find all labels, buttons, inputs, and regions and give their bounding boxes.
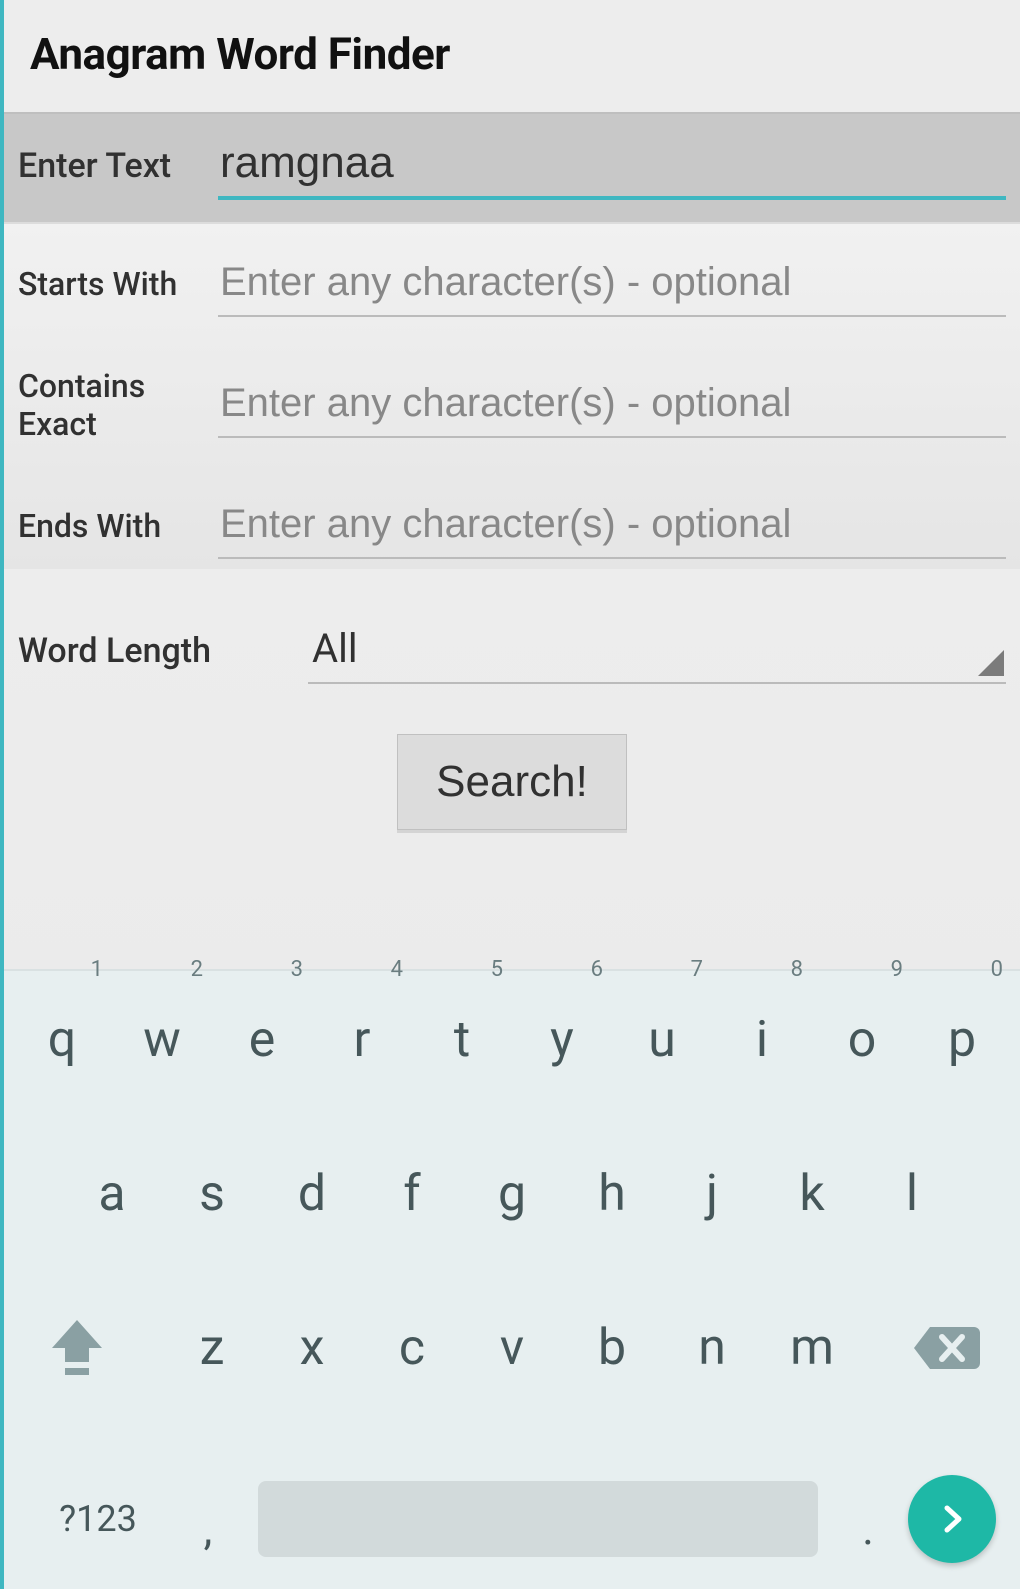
key-o-number: 9 [891,957,903,982]
app-title: Anagram Word Finder [30,28,994,80]
key-e-number: 3 [291,957,303,982]
key-r[interactable]: r4 [319,985,405,1095]
enter-text-input[interactable] [218,132,1006,200]
enter-text-row: Enter Text [4,112,1020,224]
search-button-wrap: Search! [4,704,1020,870]
key-a[interactable]: a [69,1139,155,1249]
key-g[interactable]: g [469,1139,555,1249]
app-title-bar: Anagram Word Finder [4,0,1020,112]
starts-with-label: Starts With [18,265,218,303]
chevron-right-icon [935,1502,969,1536]
key-z[interactable]: z [169,1293,255,1403]
key-l[interactable]: l [869,1139,955,1249]
key-r-number: 4 [391,957,403,982]
word-length-spinner[interactable]: All [308,619,1006,684]
period-key[interactable]: . [838,1483,898,1555]
key-t-number: 5 [491,957,503,982]
shift-key[interactable] [22,1293,132,1403]
key-s[interactable]: s [169,1139,255,1249]
key-w-number: 2 [191,957,203,982]
filters-section: Starts With Contains Exact Ends With [4,224,1020,569]
key-p[interactable]: p0 [919,985,1005,1095]
key-n[interactable]: n [669,1293,755,1403]
key-d[interactable]: d [269,1139,355,1249]
ends-with-label: Ends With [18,507,218,545]
key-x[interactable]: x [269,1293,355,1403]
key-k[interactable]: k [769,1139,855,1249]
key-y[interactable]: y6 [519,985,605,1095]
key-w[interactable]: w2 [119,985,205,1095]
key-j[interactable]: j [669,1139,755,1249]
key-p-number: 0 [991,957,1003,982]
key-m[interactable]: m [769,1293,855,1403]
key-f[interactable]: f [369,1139,455,1249]
key-q[interactable]: q1 [19,985,105,1095]
enter-key[interactable] [908,1475,996,1563]
key-u[interactable]: u7 [619,985,705,1095]
key-b[interactable]: b [569,1293,655,1403]
dropdown-icon [978,650,1004,676]
backspace-icon [912,1323,982,1373]
key-i[interactable]: i8 [719,985,805,1095]
space-key[interactable] [258,1481,818,1557]
backspace-key[interactable] [892,1293,1002,1403]
key-i-number: 8 [791,957,803,982]
key-u-number: 7 [691,957,703,982]
keyboard-row-2: asdfghjkl [14,1139,1010,1249]
contains-exact-label: Contains Exact [18,367,218,444]
key-q-number: 1 [91,957,103,982]
search-button[interactable]: Search! [397,734,627,830]
keyboard-row-3: zxcvbnm [14,1293,1010,1403]
enter-text-label: Enter Text [18,146,218,186]
shift-icon [48,1316,106,1380]
key-h[interactable]: h [569,1139,655,1249]
word-length-row: Word Length All [4,569,1020,704]
contains-exact-row: Contains Exact [18,367,1006,444]
word-length-label: Word Length [18,631,308,671]
key-o[interactable]: o9 [819,985,905,1095]
keyboard-row-3-letters: zxcvbnm [169,1293,855,1403]
keyboard-row-1: q1w2e3r4t5y6u7i8o9p0 [14,985,1010,1095]
key-e[interactable]: e3 [219,985,305,1095]
soft-keyboard: q1w2e3r4t5y6u7i8o9p0 asdfghjkl zxcvbnm ?… [4,969,1020,1589]
starts-with-row: Starts With [18,252,1006,317]
word-length-value: All [312,625,358,672]
key-y-number: 6 [591,957,603,982]
starts-with-input[interactable] [218,252,1006,317]
key-v[interactable]: v [469,1293,555,1403]
comma-key[interactable]: , [178,1483,238,1555]
ends-with-row: Ends With [18,494,1006,559]
symbols-key[interactable]: ?123 [28,1498,168,1540]
key-t[interactable]: t5 [419,985,505,1095]
ends-with-input[interactable] [218,494,1006,559]
contains-exact-input[interactable] [218,373,1006,438]
key-c[interactable]: c [369,1293,455,1403]
keyboard-row-bottom: ?123 , . [14,1447,1010,1575]
